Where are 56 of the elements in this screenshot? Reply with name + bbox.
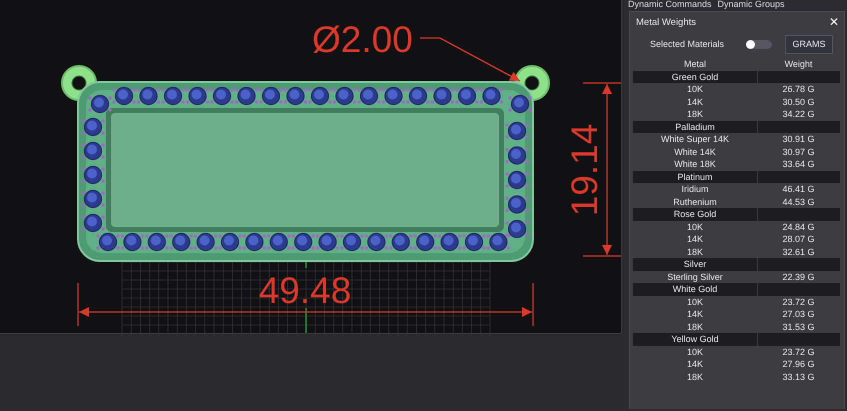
group-heading-row: White Gold: [633, 283, 840, 296]
group-heading-row: Palladium: [633, 120, 840, 133]
metal-name: White Super 14K: [660, 133, 730, 146]
weight-value: 28.07 G: [781, 233, 816, 246]
dimension-label: Ø2.00: [312, 19, 413, 60]
weight-value: 22.39 G: [781, 270, 816, 283]
weight-value: 32.61 G: [781, 246, 816, 258]
metal-name: 14K: [686, 233, 704, 246]
weight-value: 23.72 G: [781, 346, 816, 358]
toggle-label: Selected Materials: [650, 39, 726, 49]
weight-value: 44.53 G: [781, 196, 816, 208]
weight-value: 23.72 G: [781, 296, 816, 308]
weight-value: 30.91 G: [781, 133, 816, 146]
panel-title: Metal Weights: [636, 16, 696, 28]
column-header: Metal: [682, 58, 707, 70]
tab[interactable]: Dynamic Groups: [718, 0, 785, 9]
dimension-label: 19.14: [564, 124, 605, 216]
weight-value: 26.78 G: [781, 83, 816, 96]
weight-value: 46.41 G: [781, 183, 816, 196]
metal-name: 18K: [686, 320, 704, 333]
weight-value: 30.50 G: [781, 96, 816, 108]
group-heading-row: Green Gold: [633, 70, 840, 83]
group-heading-row: Platinum: [633, 170, 840, 183]
toggle-switch[interactable]: [746, 40, 772, 48]
metal-name: Ruthenium: [672, 196, 718, 208]
weight-value: 30.97 G: [781, 146, 816, 158]
metal-name: Iridium: [680, 183, 710, 196]
metal-name: 10K: [686, 346, 704, 358]
metal-name: 10K: [686, 296, 704, 308]
tab[interactable]: Dynamic Commands: [628, 0, 712, 9]
metal-name: 14K: [686, 358, 704, 370]
weight-value: 31.53 G: [781, 320, 816, 333]
metal-name: 10K: [686, 220, 704, 233]
weight-value: 24.84 G: [781, 220, 816, 233]
column-header: Weight: [784, 58, 814, 70]
weight-value: 27.03 G: [781, 308, 816, 320]
metal-name: 10K: [686, 83, 704, 96]
metal-name: Sterling Silver: [666, 270, 724, 283]
group-heading-row: Rose Gold: [633, 208, 840, 220]
metal-name: White 18K: [673, 158, 717, 170]
metal-name: 14K: [686, 96, 704, 108]
group-heading-row: Yellow Gold: [633, 333, 840, 346]
group-heading-row: Silver: [633, 258, 840, 270]
metal-name: 18K: [686, 246, 704, 258]
metal-name: 18K: [686, 370, 704, 383]
units-button[interactable]: GRAMS: [785, 34, 833, 54]
weight-value: 33.13 G: [781, 370, 816, 383]
dimension-label: 49.48: [258, 270, 352, 311]
metal-name: 18K: [686, 108, 704, 120]
metal-name: White 14K: [673, 146, 717, 158]
weight-value: 27.96 G: [781, 358, 816, 370]
close-button[interactable]: ✕: [829, 15, 839, 29]
weight-value: 33.64 G: [781, 158, 816, 170]
metal-name: 14K: [686, 308, 704, 320]
axis-line: [305, 308, 307, 333]
weight-value: 34.22 G: [781, 108, 816, 120]
